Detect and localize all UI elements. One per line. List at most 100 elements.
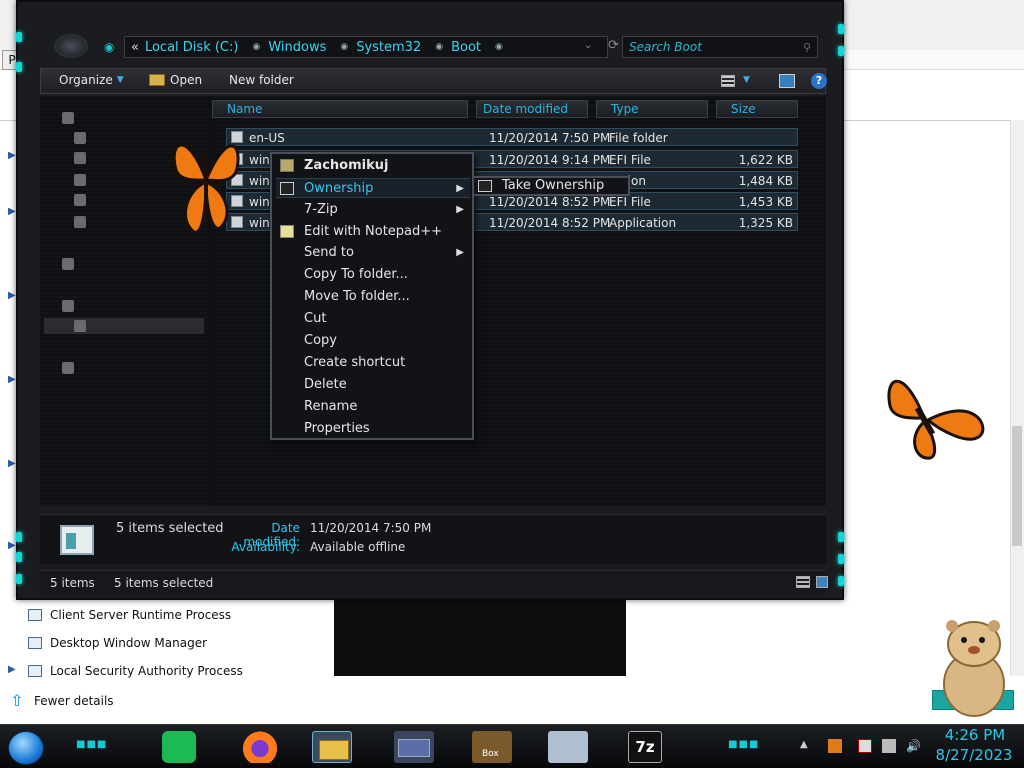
- fewer-details-link[interactable]: ⇧ Fewer details: [8, 690, 113, 712]
- spotify-taskbar-icon[interactable]: [162, 731, 196, 763]
- details-availability-label: Availability:: [231, 540, 300, 554]
- breadcrumb-boot[interactable]: Boot: [451, 40, 481, 55]
- address-overflow[interactable]: «: [131, 40, 139, 55]
- seven-zip-taskbar-icon[interactable]: 7z: [628, 731, 662, 763]
- background-scrollbar-thumb[interactable]: [1012, 426, 1022, 546]
- expand-chevron-icon[interactable]: ▶: [8, 540, 16, 551]
- expand-chevron-icon[interactable]: ▶: [8, 206, 16, 217]
- menu-item-create-shortcut[interactable]: Create shortcut: [276, 353, 470, 373]
- menu-item-7zip[interactable]: 7-Zip ▶: [276, 200, 470, 220]
- expand-chevron-icon[interactable]: ▶: [8, 374, 16, 385]
- column-header-size[interactable]: Size: [716, 100, 798, 118]
- breadcrumb-separator-icon[interactable]: ◉: [495, 42, 503, 52]
- process-row[interactable]: Desktop Window Manager: [8, 632, 207, 654]
- nav-item[interactable]: [74, 192, 94, 208]
- network-icon: [62, 362, 74, 374]
- nav-item-favorites[interactable]: [62, 110, 82, 126]
- nav-item[interactable]: [74, 150, 94, 166]
- file-explorer-taskbar-icon[interactable]: [312, 731, 352, 763]
- taskbar-accent: ■■■: [728, 739, 760, 750]
- menu-item-rename[interactable]: Rename: [276, 397, 470, 417]
- file-type: Application: [609, 216, 677, 230]
- process-row[interactable]: Client Server Runtime Process: [8, 604, 231, 626]
- menu-item-zachomikuj[interactable]: Zachomikuj: [276, 156, 470, 176]
- breadcrumb-separator-icon[interactable]: ◉: [252, 42, 260, 52]
- nav-item[interactable]: [74, 214, 94, 230]
- column-header-date-modified[interactable]: Date modified: [476, 100, 588, 118]
- organize-button[interactable]: Organize ▼: [59, 73, 124, 87]
- expand-chevron-icon[interactable]: ▶: [8, 290, 16, 301]
- menu-item-send-to[interactable]: Send to ▶: [276, 243, 470, 263]
- volume-icon[interactable]: 🔊: [906, 739, 921, 753]
- resource-monitor-taskbar-icon[interactable]: [548, 731, 588, 763]
- column-header-type[interactable]: Type: [596, 100, 708, 118]
- menu-item-take-ownership[interactable]: Take Ownership: [476, 178, 626, 194]
- frame-accent: [838, 576, 844, 586]
- process-icon: [28, 665, 42, 677]
- process-row[interactable]: Local Security Authority Process: [8, 660, 243, 682]
- folder-icon: [74, 132, 86, 144]
- breadcrumb-local-disk[interactable]: Local Disk (C:): [145, 40, 238, 55]
- expand-chevron-icon[interactable]: ▶: [8, 458, 16, 469]
- clock-date[interactable]: 8/27/2023: [934, 746, 1014, 764]
- details-view-icon[interactable]: [796, 576, 810, 588]
- nav-item-local-disk[interactable]: [74, 318, 94, 334]
- nav-item-computer[interactable]: [62, 298, 82, 314]
- tray-app-icon[interactable]: [828, 739, 842, 753]
- file-row[interactable]: en-US 11/20/2014 7:50 PM File folder: [226, 128, 798, 146]
- nav-item[interactable]: [74, 172, 94, 188]
- hamster-icon: [943, 620, 1005, 717]
- task-manager-taskbar-icon[interactable]: [394, 731, 434, 763]
- help-icon[interactable]: ?: [811, 73, 827, 89]
- clock-time[interactable]: 4:26 PM: [940, 726, 1010, 744]
- menu-item-delete[interactable]: Delete: [276, 375, 470, 395]
- menu-item-properties[interactable]: Properties: [276, 419, 470, 439]
- details-availability-value: Available offline: [310, 540, 406, 554]
- nav-item-network[interactable]: [62, 360, 82, 376]
- menu-item-label: Create shortcut: [304, 355, 406, 370]
- show-hidden-icons-icon[interactable]: ▲: [800, 739, 808, 750]
- multiple-files-icon: [60, 525, 94, 555]
- change-view-icon[interactable]: [721, 75, 735, 87]
- navigation-selected-item[interactable]: [44, 318, 204, 334]
- box-taskbar-icon[interactable]: Box: [472, 731, 512, 763]
- search-box[interactable]: ⚲: [622, 36, 818, 58]
- preview-pane-icon[interactable]: [779, 74, 795, 88]
- column-header-name[interactable]: Name: [212, 100, 468, 118]
- address-dropdown-icon[interactable]: ⌄: [584, 40, 592, 51]
- address-bar[interactable]: « Local Disk (C:) ◉ Windows ◉ System32 ◉…: [124, 36, 608, 58]
- frame-accent: [16, 32, 22, 42]
- menu-item-move-to-folder[interactable]: Move To folder...: [276, 287, 470, 307]
- menu-item-cut[interactable]: Cut: [276, 309, 470, 329]
- recent-pages-icon[interactable]: ◉: [104, 40, 114, 54]
- nav-item-homegroup[interactable]: [62, 256, 82, 272]
- menu-item-copy-to-folder[interactable]: Copy To folder...: [276, 265, 470, 285]
- nav-item[interactable]: [74, 130, 94, 146]
- search-input[interactable]: [629, 40, 789, 54]
- breadcrumb-system32[interactable]: System32: [356, 40, 421, 55]
- network-icon[interactable]: [882, 739, 896, 753]
- background-scrollbar[interactable]: [1010, 120, 1024, 676]
- frame-accent: [16, 552, 22, 562]
- view-dropdown-icon[interactable]: ▼: [743, 75, 750, 85]
- menu-item-copy[interactable]: Copy: [276, 331, 470, 351]
- file-size: 1,453 KB: [738, 195, 793, 209]
- new-folder-button[interactable]: New folder: [229, 73, 294, 87]
- start-button-icon[interactable]: [8, 731, 44, 765]
- breadcrumb-separator-icon[interactable]: ◉: [435, 42, 443, 52]
- breadcrumb-windows[interactable]: Windows: [268, 40, 326, 55]
- chevron-up-icon: ⇧: [10, 691, 24, 710]
- search-icon[interactable]: ⚲: [803, 41, 811, 54]
- firefox-taskbar-icon[interactable]: [238, 731, 278, 763]
- back-forward-orb-icon[interactable]: [54, 34, 88, 58]
- menu-item-edit-notepad[interactable]: Edit with Notepad++: [276, 222, 470, 242]
- open-button[interactable]: Open: [149, 73, 202, 87]
- expand-chevron-icon[interactable]: ▶: [8, 150, 16, 161]
- refresh-icon[interactable]: ⟳: [608, 38, 619, 53]
- menu-item-ownership[interactable]: Ownership ▶: [276, 178, 470, 198]
- tray-flag-icon[interactable]: [858, 739, 872, 753]
- large-icons-view-icon[interactable]: [816, 576, 828, 588]
- breadcrumb-separator-icon[interactable]: ◉: [340, 42, 348, 52]
- homegroup-icon: [62, 258, 74, 270]
- context-menu: Zachomikuj Ownership ▶ 7-Zip ▶ Edit with…: [270, 152, 474, 440]
